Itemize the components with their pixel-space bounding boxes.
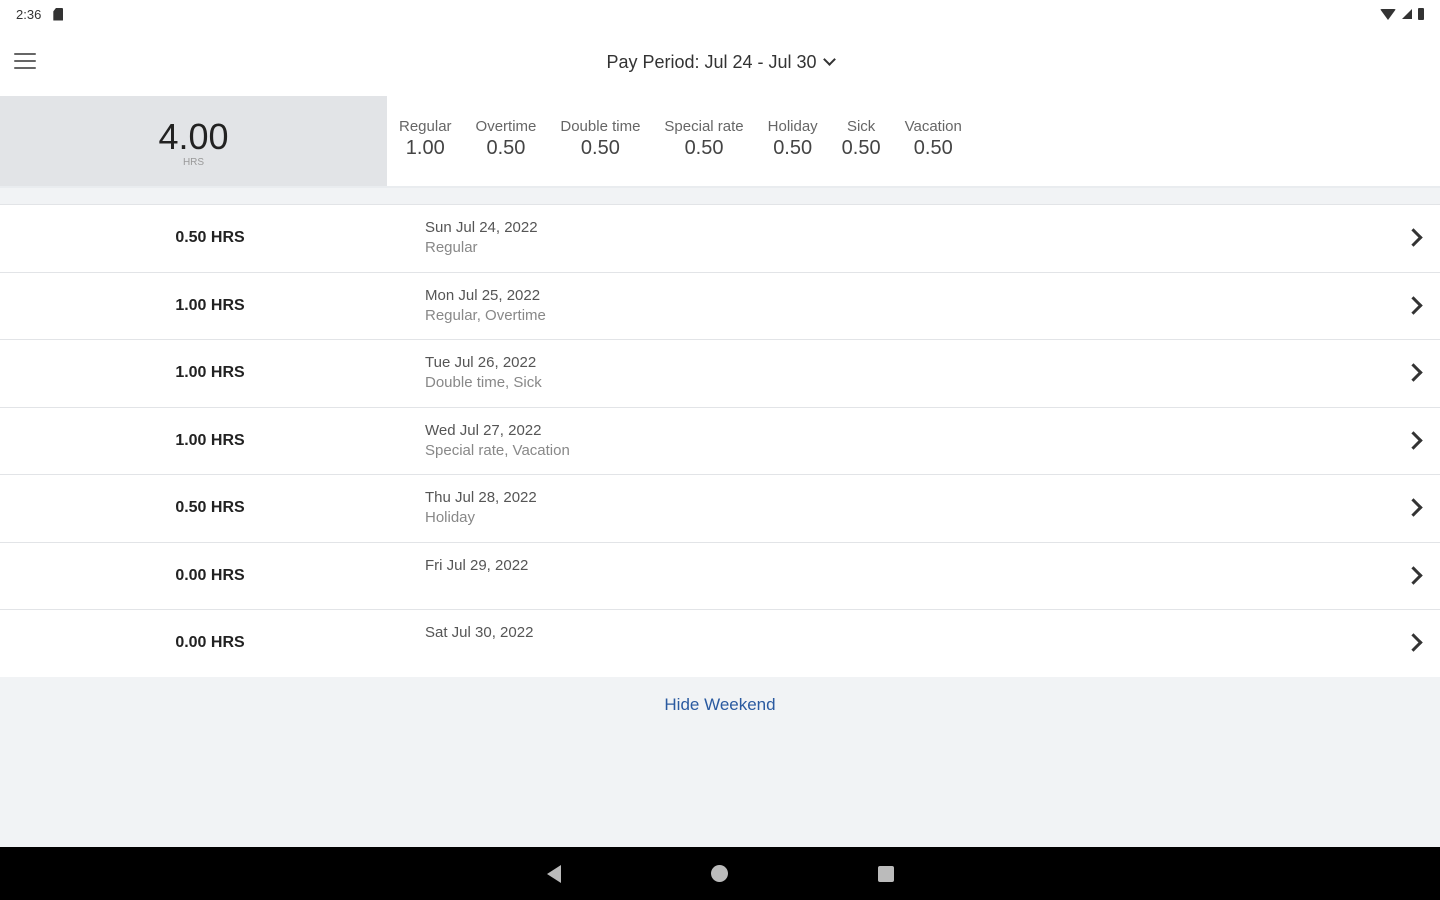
breakdown-regular: Regular 1.00 — [399, 118, 452, 160]
wifi-icon — [1380, 8, 1396, 20]
hours-breakdown: Regular 1.00 Overtime 0.50 Double time 0… — [387, 96, 962, 186]
breakdown-value: 1.00 — [405, 137, 445, 159]
day-date: Fri Jul 29, 2022 — [425, 556, 529, 574]
chevron-right-icon — [1404, 633, 1423, 652]
status-time: 2:36 — [16, 6, 42, 22]
day-types: Double time, Sick — [425, 374, 542, 391]
day-row-wednesday[interactable]: 1.00 HRS Wed Jul 27, 2022 Special rate, … — [0, 407, 1440, 475]
day-types: Regular, Overtime — [425, 306, 546, 324]
day-date: Tue Jul 26, 2022 — [425, 354, 537, 371]
day-info: Wed Jul 27, 2022 Special rate, Vacation — [425, 422, 570, 459]
day-hours: 1.00 HRS — [175, 364, 245, 382]
battery-icon — [1418, 8, 1424, 20]
day-hours: 0.00 HRS — [175, 566, 245, 584]
day-list: 0.50 HRS Sun Jul 24, 2022 Regular 1.00 H… — [0, 205, 1440, 678]
system-nav-bar — [0, 847, 1440, 900]
day-date: Mon Jul 25, 2022 — [425, 286, 541, 304]
day-info: Thu Jul 28, 2022 Holiday — [425, 489, 537, 526]
chevron-down-icon — [822, 52, 836, 66]
day-row-friday[interactable]: 0.00 HRS Fri Jul 29, 2022 — [0, 542, 1440, 610]
day-row-tuesday[interactable]: 1.00 HRS Tue Jul 26, 2022 Double time, S… — [0, 340, 1440, 408]
breakdown-special-rate: Special rate 0.50 — [664, 118, 743, 160]
day-info: Fri Jul 29, 2022 — [425, 557, 528, 577]
day-date: Wed Jul 27, 2022 — [425, 421, 542, 439]
day-types: Holiday — [425, 509, 476, 526]
chevron-right-icon — [1404, 295, 1423, 315]
nav-back-icon[interactable] — [546, 864, 561, 883]
breakdown-value: 0.50 — [841, 137, 881, 159]
menu-icon-line — [14, 67, 36, 69]
breakdown-holiday: Holiday 0.50 — [768, 118, 818, 160]
menu-icon-line — [14, 60, 36, 62]
total-hours-value: 4.00 — [158, 115, 229, 157]
breakdown-label: Regular — [399, 118, 452, 135]
footer-area: Hide Weekend — [0, 677, 1440, 847]
nav-recents-icon[interactable] — [877, 865, 894, 882]
day-row-monday[interactable]: 1.00 HRS Mon Jul 25, 2022 Regular, Overt… — [0, 272, 1440, 340]
status-right — [1380, 8, 1424, 20]
breakdown-vacation: Vacation 0.50 — [905, 118, 962, 160]
breakdown-double-time: Double time 0.50 — [560, 118, 640, 160]
breakdown-value: 0.50 — [486, 137, 526, 159]
breakdown-overtime: Overtime 0.50 — [476, 118, 537, 160]
chevron-right-icon — [1404, 228, 1423, 247]
breakdown-label: Special rate — [664, 118, 744, 135]
hide-weekend-link[interactable]: Hide Weekend — [0, 695, 1440, 715]
day-types: Special rate, Vacation — [425, 441, 570, 459]
day-date: Sat Jul 30, 2022 — [425, 624, 534, 641]
day-info: Tue Jul 26, 2022 Double time, Sick — [425, 354, 542, 391]
day-hours: 0.00 HRS — [175, 634, 245, 652]
day-hours: 1.00 HRS — [175, 431, 245, 449]
day-date: Thu Jul 28, 2022 — [425, 489, 537, 506]
chevron-right-icon — [1404, 430, 1423, 450]
breakdown-value: 0.50 — [913, 137, 953, 159]
total-hours-unit: HRS — [182, 156, 205, 168]
status-left: 2:36 — [16, 6, 64, 22]
day-info: Sat Jul 30, 2022 — [425, 624, 533, 644]
day-date: Sun Jul 24, 2022 — [425, 219, 538, 236]
breakdown-label: Double time — [560, 118, 641, 135]
signal-icon — [1402, 9, 1412, 19]
app-bar: Pay Period: Jul 24 - Jul 30 — [0, 28, 1440, 96]
day-hours: 0.50 HRS — [175, 499, 245, 517]
breakdown-sick: Sick 0.50 — [842, 118, 881, 160]
day-hours: 1.00 HRS — [175, 296, 245, 314]
breakdown-label: Holiday — [767, 118, 818, 135]
hours-summary: 4.00 HRS Regular 1.00 Overtime 0.50 Doub… — [0, 96, 1440, 188]
day-row-thursday[interactable]: 0.50 HRS Thu Jul 28, 2022 Holiday — [0, 475, 1440, 543]
total-hours-box: 4.00 HRS — [0, 96, 387, 186]
day-info: Sun Jul 24, 2022 Regular — [425, 219, 538, 256]
section-divider — [0, 188, 1440, 205]
breakdown-value: 0.50 — [773, 137, 813, 159]
day-info: Mon Jul 25, 2022 Regular, Overtime — [425, 287, 546, 324]
nav-home-icon[interactable] — [710, 865, 728, 882]
menu-icon-line — [14, 53, 36, 55]
breakdown-value: 0.50 — [580, 137, 620, 159]
sd-card-icon — [53, 7, 64, 21]
day-hours: 0.50 HRS — [175, 229, 245, 247]
breakdown-value: 0.50 — [684, 137, 724, 159]
menu-icon[interactable] — [14, 53, 36, 69]
pay-period-label: Pay Period: Jul 24 - Jul 30 — [606, 51, 817, 72]
breakdown-label: Sick — [846, 118, 876, 135]
pay-period-selector[interactable]: Pay Period: Jul 24 - Jul 30 — [606, 51, 836, 73]
breakdown-label: Overtime — [475, 118, 537, 135]
breakdown-label: Vacation — [904, 118, 962, 135]
chevron-right-icon — [1404, 498, 1423, 517]
day-row-saturday[interactable]: 0.00 HRS Sat Jul 30, 2022 — [0, 610, 1440, 678]
chevron-right-icon — [1404, 363, 1423, 382]
chevron-right-icon — [1404, 565, 1423, 585]
day-row-sunday[interactable]: 0.50 HRS Sun Jul 24, 2022 Regular — [0, 205, 1440, 273]
day-types: Regular — [425, 239, 478, 256]
status-bar: 2:36 — [0, 0, 1440, 28]
